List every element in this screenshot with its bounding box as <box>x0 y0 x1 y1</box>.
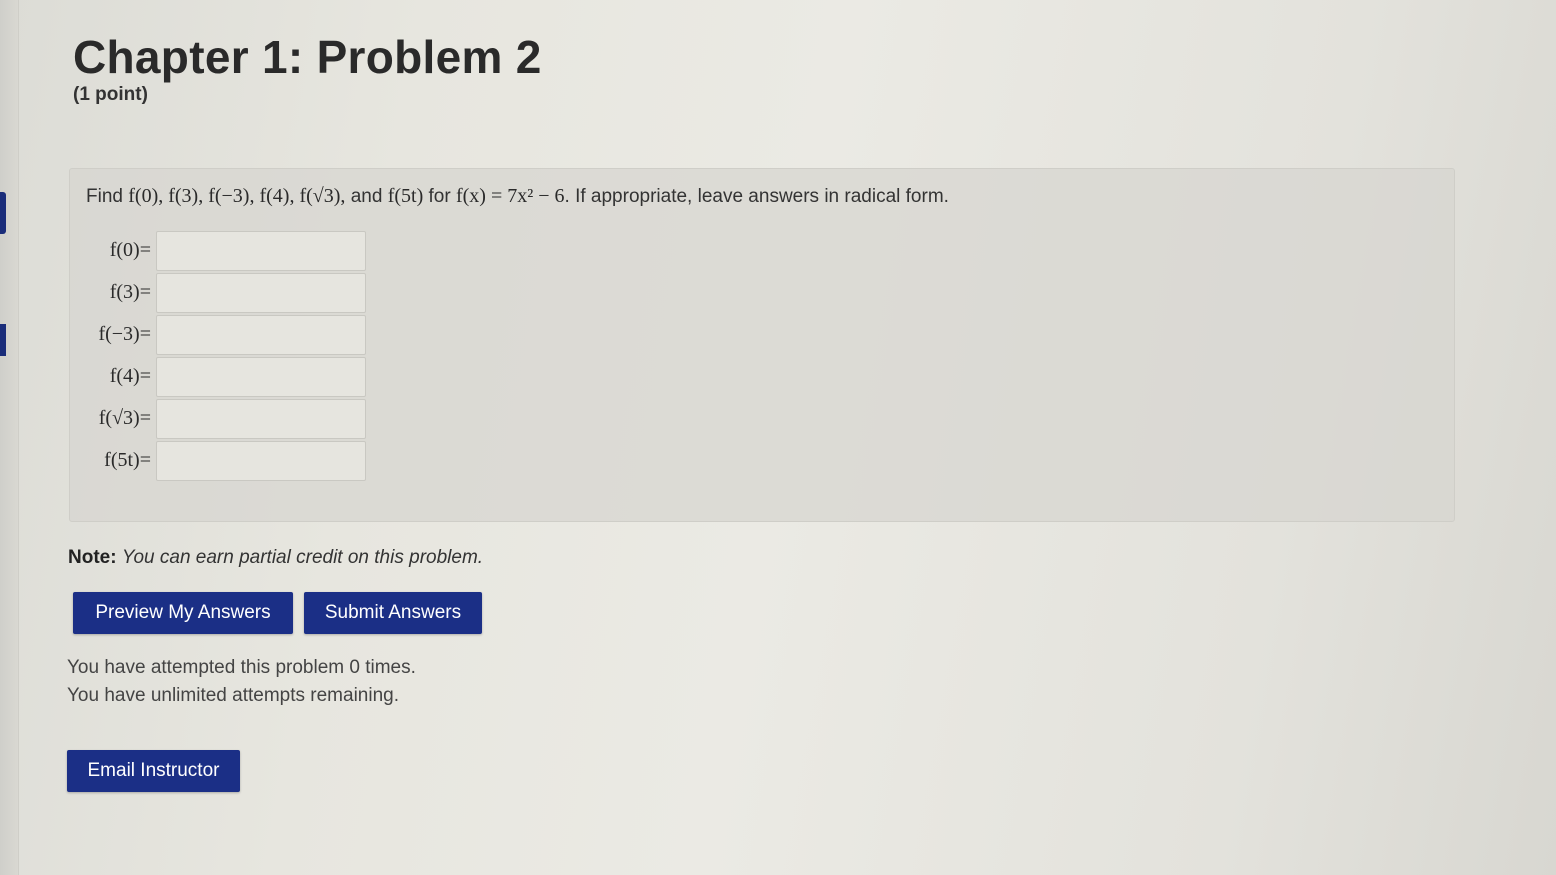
statement-instruction: . If appropriate, leave answers in radic… <box>564 186 949 207</box>
answer-label-f3: f(3)= <box>109 281 151 303</box>
answer-input-f4[interactable] <box>156 357 366 397</box>
problem-box: Find f(0), f(3), f(−3), f(4), f(√3), and… <box>69 168 1455 522</box>
statement-for-word: for <box>428 186 451 207</box>
answer-input-f-neg3[interactable] <box>156 315 366 355</box>
note-text: You can earn partial credit on this prob… <box>121 547 484 568</box>
answer-row: f(−3)= <box>70 315 1456 357</box>
answer-row: f(5t)= <box>70 441 1456 483</box>
page-title: Chapter 1: Problem 2 <box>73 31 542 83</box>
answer-row: f(4)= <box>70 357 1456 399</box>
statement-functions: f(0), f(3), f(−3), f(4), f(√3), <box>128 185 346 207</box>
submit-answers-button[interactable]: Submit Answers <box>304 592 482 634</box>
answer-label-f0: f(0)= <box>109 239 151 261</box>
attempts-count-text: You have attempted this problem 0 times. <box>67 657 416 678</box>
left-gutter <box>0 0 19 875</box>
note-label: Note: <box>68 547 117 568</box>
answer-input-f0[interactable] <box>156 231 366 271</box>
statement-and-word: and <box>350 186 383 207</box>
answer-input-f5t[interactable] <box>156 441 366 481</box>
sidebar-marker <box>0 324 6 356</box>
partial-credit-note: Note: You can earn partial credit on thi… <box>68 547 483 569</box>
statement-equation: f(x) = 7x² − 6 <box>455 185 565 207</box>
problem-statement: Find f(0), f(3), f(−3), f(4), f(√3), and… <box>86 185 949 208</box>
email-instructor-button[interactable]: Email Instructor <box>67 750 240 792</box>
statement-find-word: Find <box>86 186 123 207</box>
answer-label-f-sqrt3: f(√3)= <box>98 407 151 429</box>
preview-answers-button[interactable]: Preview My Answers <box>73 592 293 634</box>
answer-label-f5t: f(5t)= <box>104 449 151 471</box>
answer-row: f(3)= <box>70 273 1456 315</box>
answer-input-f-sqrt3[interactable] <box>156 399 366 439</box>
answer-row: f(√3)= <box>70 399 1456 441</box>
sidebar-marker <box>0 192 6 234</box>
attempts-remaining-text: You have unlimited attempts remaining. <box>67 685 399 706</box>
answer-label-f4: f(4)= <box>109 365 151 387</box>
answer-label-f-neg3: f(−3)= <box>98 323 151 345</box>
statement-last-function: f(5t) <box>387 185 424 207</box>
answer-input-f3[interactable] <box>156 273 366 313</box>
answer-row: f(0)= <box>70 231 1456 273</box>
problem-points: (1 point) <box>73 84 148 105</box>
